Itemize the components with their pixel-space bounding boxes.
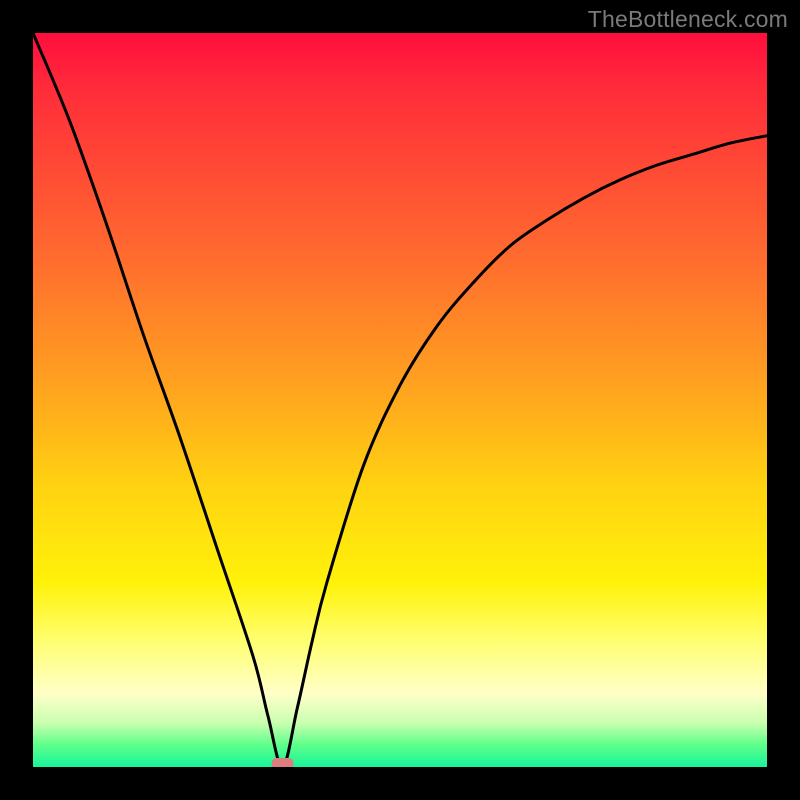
plot-area [33,33,767,767]
optimum-marker [272,758,294,767]
watermark-text: TheBottleneck.com [588,6,788,33]
curve-svg [33,33,767,767]
bottleneck-curve [33,33,767,767]
chart-frame: TheBottleneck.com [0,0,800,800]
